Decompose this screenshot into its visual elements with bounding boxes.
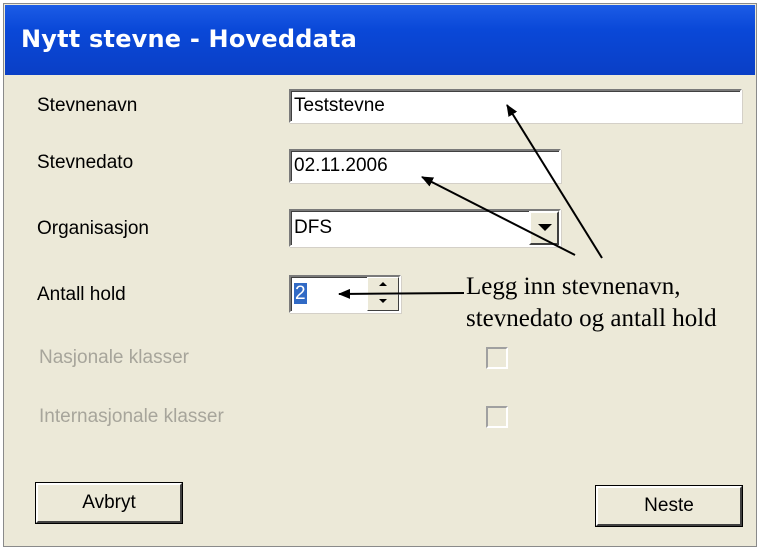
arrow-to-stevnedato	[421, 176, 576, 256]
arrow-to-antall-hold	[338, 288, 465, 299]
arrow-to-stevnenavn	[506, 104, 603, 259]
annotation-arrows	[338, 104, 603, 299]
